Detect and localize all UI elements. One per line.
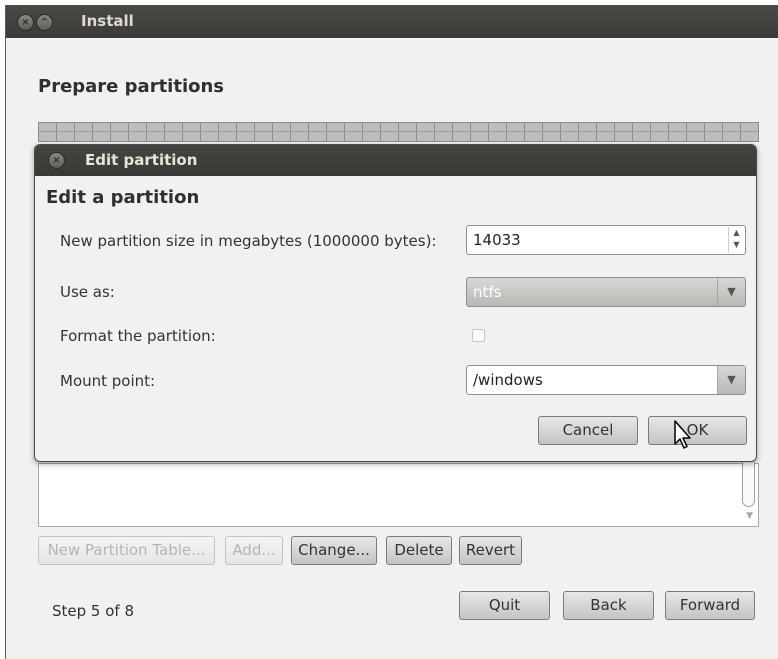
chevron-down-icon[interactable]: ▼	[717, 278, 745, 306]
mount-point-combo[interactable]: /windows ▼	[466, 365, 746, 395]
chevron-down-icon[interactable]: ▼	[717, 366, 745, 394]
new-partition-table-button[interactable]: New Partition Table...	[38, 536, 215, 565]
delete-partition-button[interactable]: Delete	[386, 536, 452, 565]
back-button[interactable]: Back	[563, 591, 654, 620]
step-indicator: Step 5 of 8	[52, 602, 135, 620]
partition-size-spinbox[interactable]: 14033 ▲ ▼	[466, 225, 746, 255]
close-dialog-icon[interactable]: ×	[48, 152, 65, 169]
forward-button[interactable]: Forward	[665, 591, 755, 620]
close-window-icon[interactable]: ×	[17, 14, 34, 31]
ok-button[interactable]: OK	[648, 416, 747, 445]
use-as-dropdown[interactable]: ntfs ▼	[466, 277, 746, 307]
dialog-heading: Edit a partition	[46, 187, 200, 208]
dialog-title: Edit partition	[85, 151, 198, 169]
scroll-down-icon[interactable]: ▼	[746, 511, 753, 521]
scrollbar-thumb[interactable]	[742, 462, 755, 507]
use-as-label: Use as:	[60, 283, 115, 301]
format-checkbox[interactable]	[472, 329, 485, 342]
partition-size-value: 14033	[473, 231, 521, 249]
size-label: New partition size in megabytes (1000000…	[60, 232, 437, 250]
quit-button[interactable]: Quit	[459, 591, 550, 620]
mount-point-value: /windows	[473, 371, 543, 389]
edit-partition-dialog: × Edit partition Edit a partition New pa…	[34, 144, 757, 462]
use-as-value: ntfs	[473, 283, 502, 301]
spin-up-icon[interactable]: ▲	[729, 227, 744, 239]
partition-bar	[38, 122, 759, 142]
dialog-titlebar[interactable]: × Edit partition	[35, 145, 756, 176]
window-title: Install	[81, 12, 134, 30]
minimize-window-icon[interactable]: ^	[36, 14, 53, 31]
page-title: Prepare partitions	[38, 76, 225, 97]
window-titlebar[interactable]: × ^ Install	[6, 5, 778, 38]
revert-button[interactable]: Revert	[459, 536, 522, 565]
cancel-button[interactable]: Cancel	[538, 416, 638, 445]
mount-point-label: Mount point:	[60, 372, 156, 390]
partition-list[interactable]: ▼	[38, 462, 759, 527]
add-partition-button[interactable]: Add...	[225, 536, 283, 565]
change-partition-button[interactable]: Change...	[291, 536, 377, 565]
size-spin-buttons[interactable]: ▲ ▼	[728, 227, 744, 253]
spin-down-icon[interactable]: ▼	[729, 239, 744, 251]
format-label: Format the partition:	[60, 327, 216, 345]
